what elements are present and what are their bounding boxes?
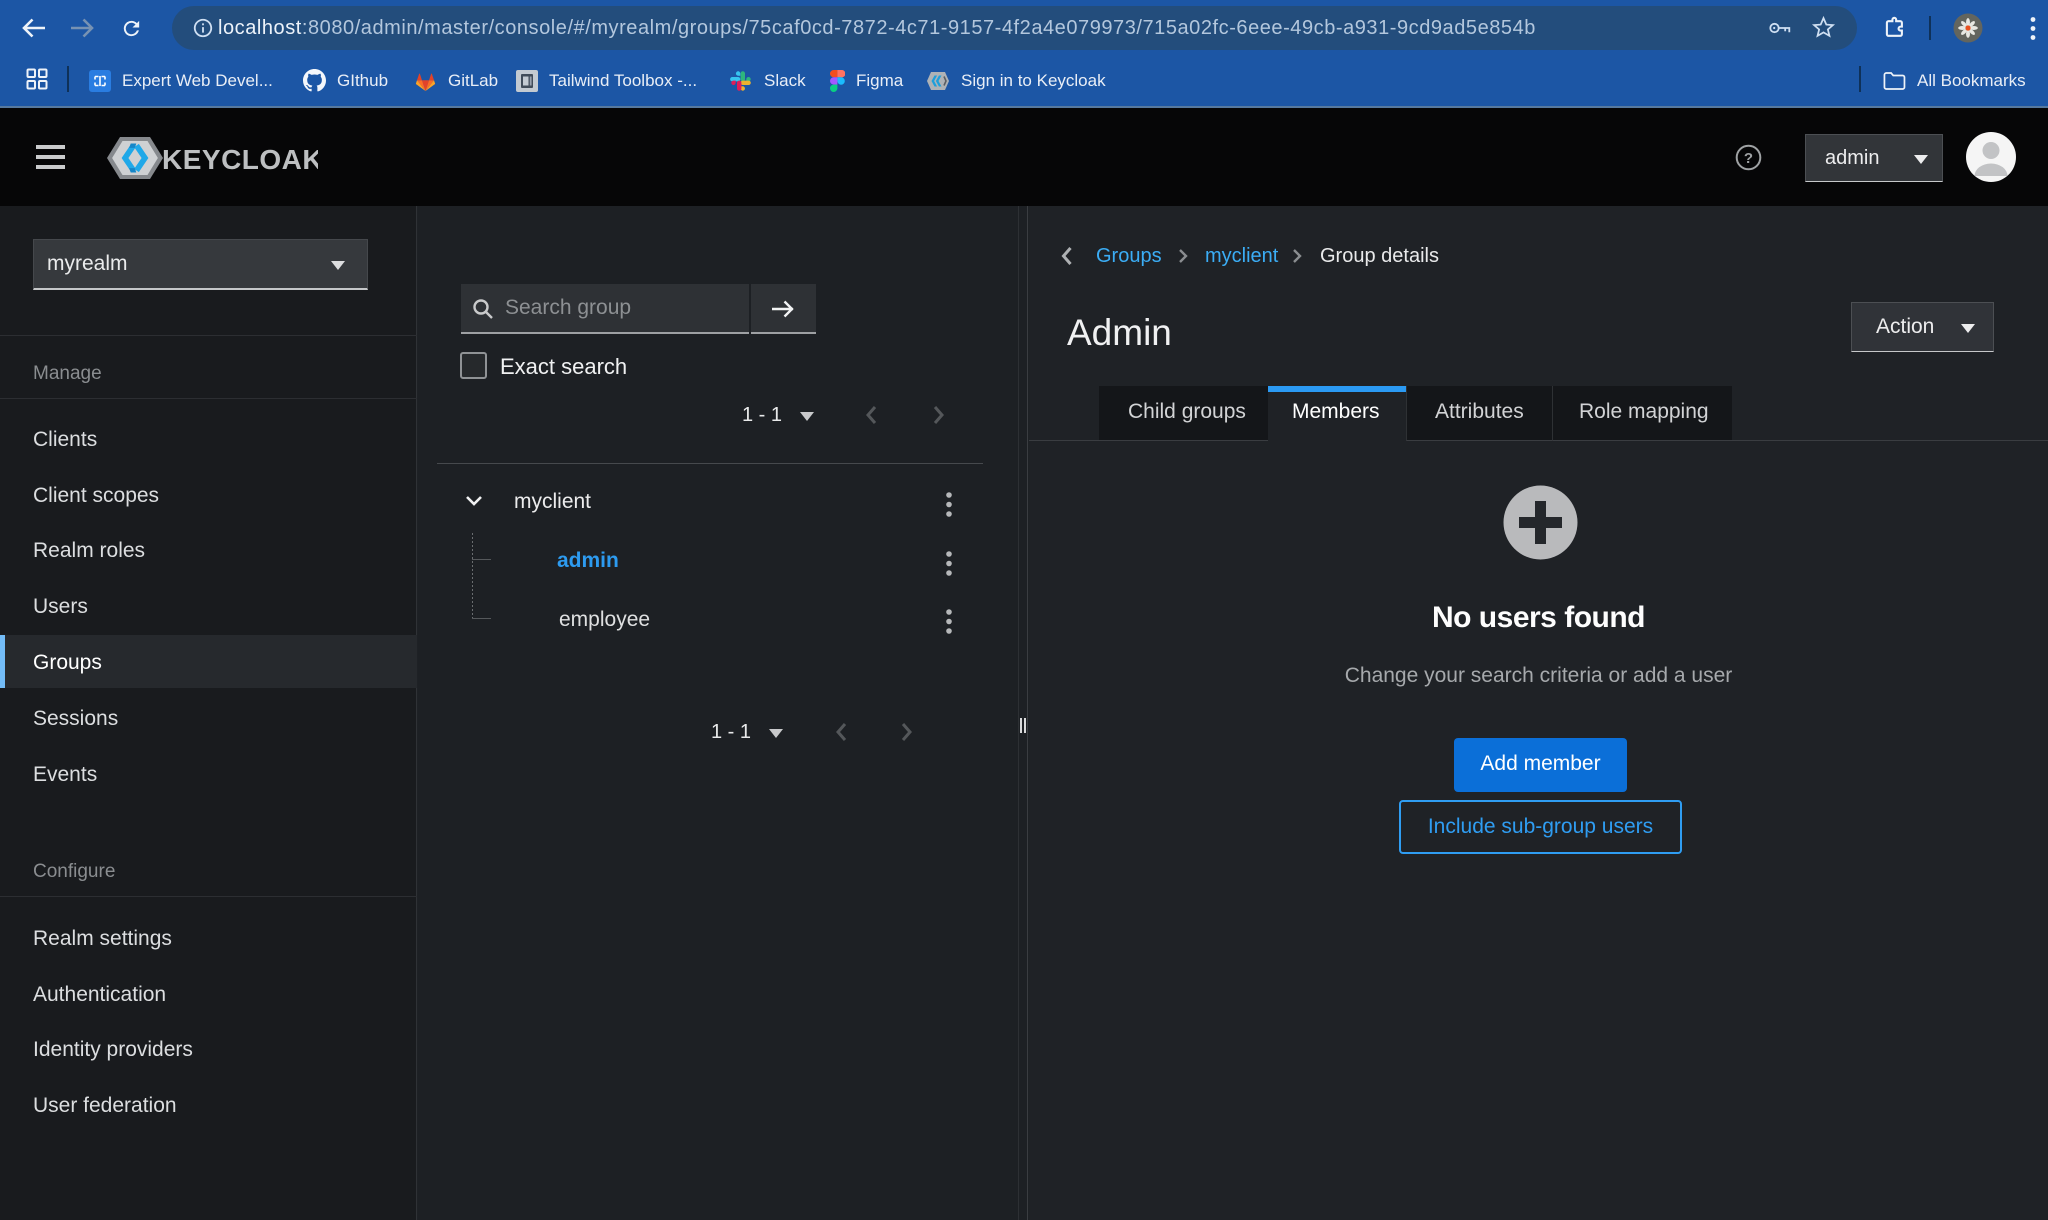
svg-text:?: ?	[1744, 150, 1753, 167]
svg-text:KEYCLOAK: KEYCLOAK	[162, 144, 318, 175]
